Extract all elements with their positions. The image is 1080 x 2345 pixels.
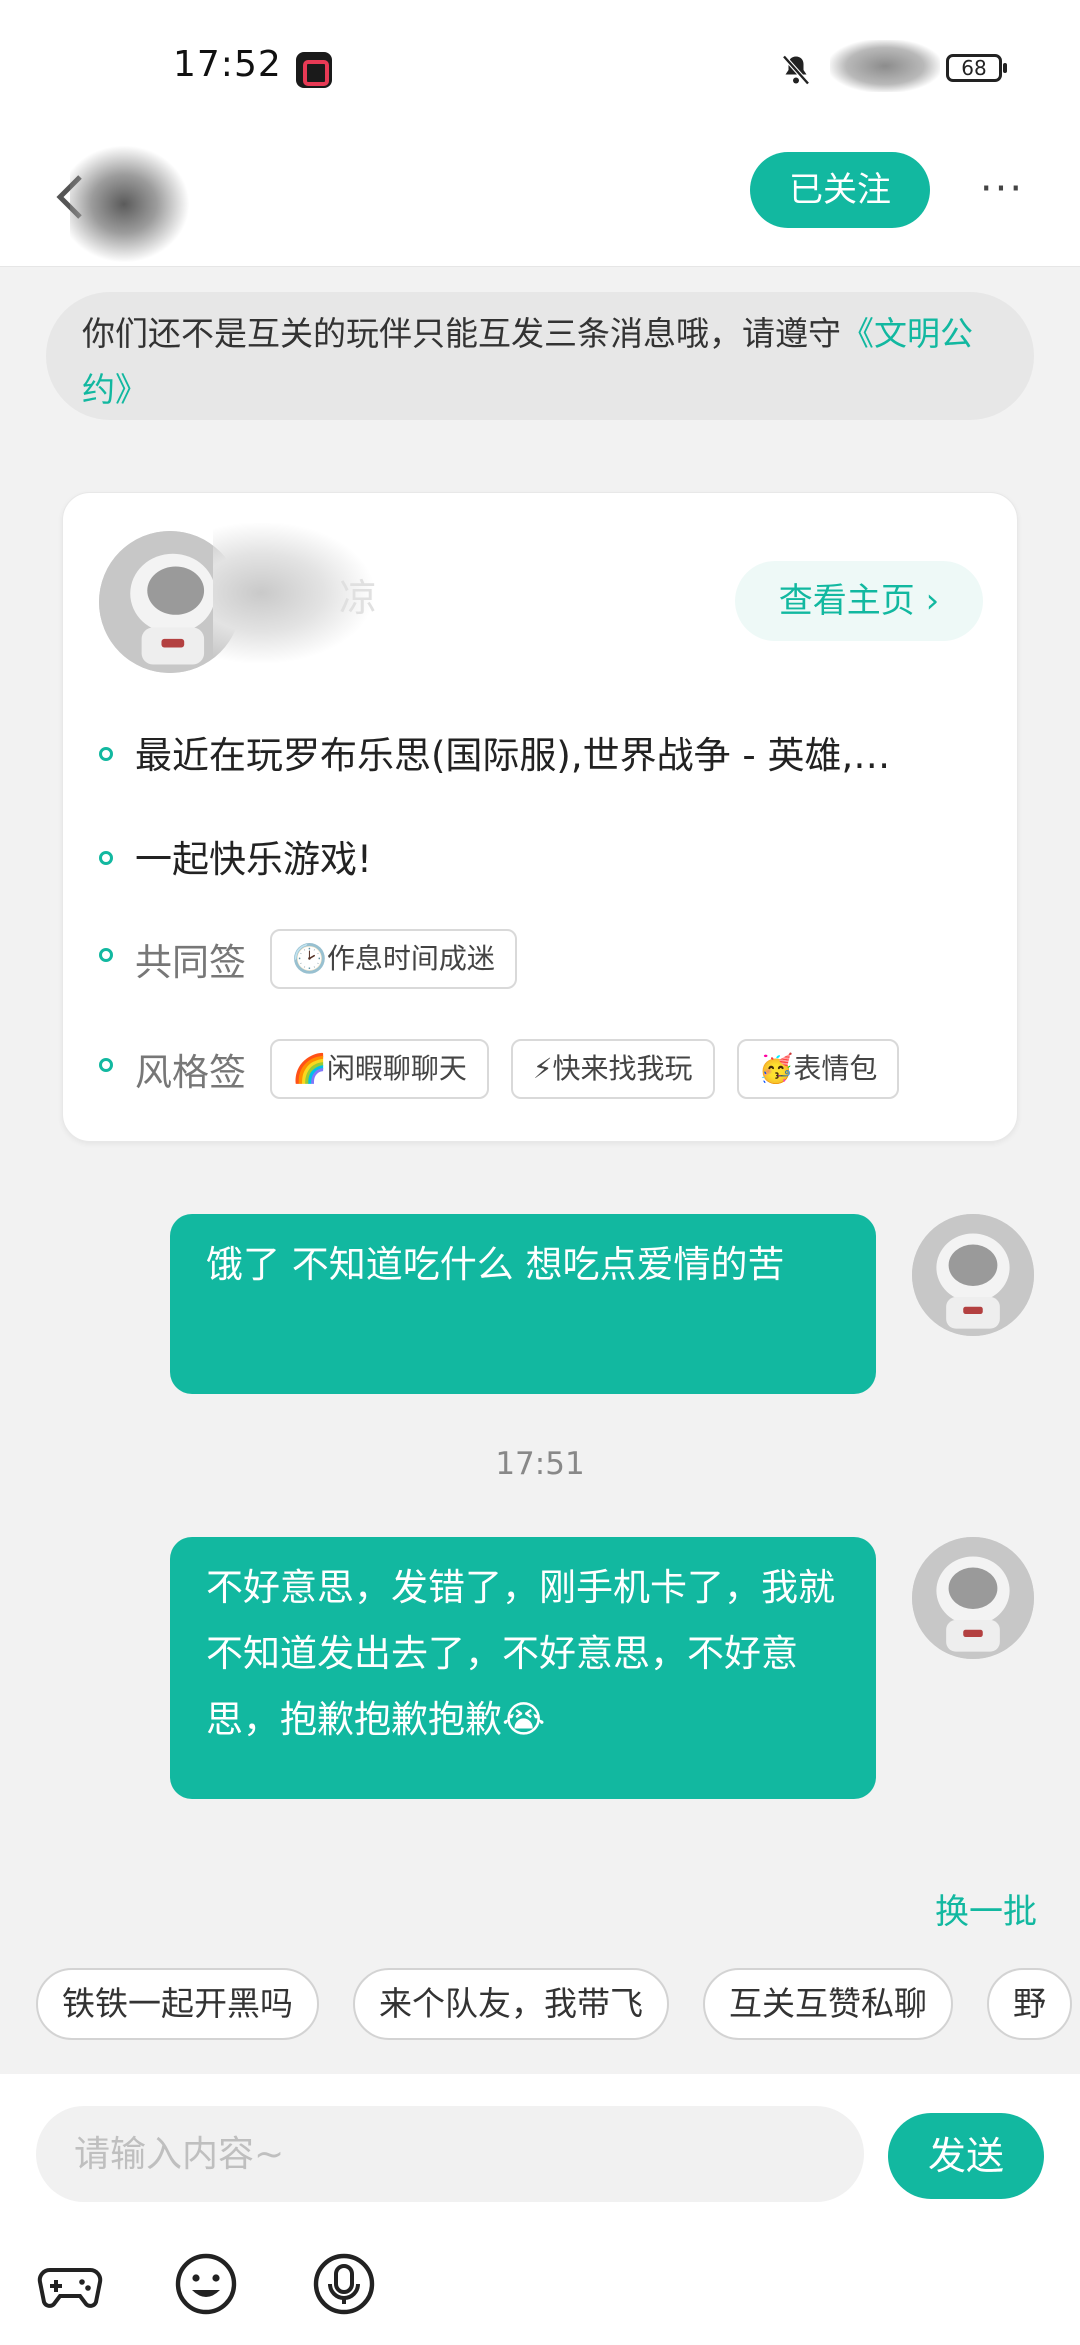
bullet-icon bbox=[99, 746, 113, 761]
profile-name-redacted: 凉 bbox=[213, 523, 377, 663]
recent-games-line: 最近在玩罗布乐思(国际服),世界战争 - 英雄,… bbox=[99, 725, 890, 779]
quick-reply-chip[interactable]: 野 bbox=[987, 1968, 1072, 2040]
recent-games-text: 最近在玩罗布乐思(国际服),世界战争 - 英雄,… bbox=[135, 734, 891, 777]
style-tags-label: 风格签 bbox=[135, 1051, 246, 1094]
style-tags-line: 风格签 🌈闲暇聊聊天 ⚡快来找我玩 🥳表情包 bbox=[99, 1039, 979, 1099]
app-notification-icon bbox=[296, 52, 332, 88]
sent-message-bubble[interactable]: 饿了 不知道吃什么 想吃点爱情的苦 bbox=[170, 1214, 876, 1394]
refresh-suggestions-button[interactable]: 换一批 bbox=[935, 1884, 1037, 1933]
emoji-icon[interactable] bbox=[172, 2250, 240, 2318]
message-timestamp: 17:51 bbox=[495, 1446, 585, 1482]
quick-reply-list: 铁铁一起开黑吗 来个队友，我带飞 互关互赞私聊野 bbox=[36, 1968, 1080, 2040]
avatar[interactable] bbox=[912, 1537, 1034, 1659]
quick-reply-chip[interactable]: 来个队友，我带飞 bbox=[353, 1968, 669, 2040]
style-tag[interactable]: 🥳表情包 bbox=[736, 1039, 900, 1099]
contact-name-redacted bbox=[70, 145, 190, 263]
battery-icon: 68 bbox=[946, 54, 1007, 82]
microphone-icon[interactable] bbox=[310, 2250, 378, 2318]
input-area: 发送 bbox=[0, 2074, 1080, 2345]
bullet-icon bbox=[99, 850, 113, 865]
send-button[interactable]: 发送 bbox=[888, 2113, 1044, 2199]
avatar[interactable] bbox=[912, 1214, 1034, 1336]
astronaut-avatar-icon bbox=[912, 1537, 1034, 1659]
quick-reply-chip[interactable]: 互关互赞私聊 bbox=[703, 1968, 953, 2040]
notice-text: 你们还不是互关的玩伴只能互发三条消息哦，请遵守 bbox=[82, 314, 841, 353]
gamepad-icon[interactable] bbox=[36, 2250, 104, 2318]
bullet-icon bbox=[99, 1058, 113, 1072]
style-tag[interactable]: 🌈闲暇聊聊天 bbox=[270, 1039, 489, 1099]
style-tag[interactable]: ⚡快来找我玩 bbox=[510, 1039, 715, 1099]
status-time: 17:52 bbox=[173, 44, 282, 85]
view-homepage-button[interactable]: 查看主页 › bbox=[735, 561, 983, 641]
sent-message-bubble[interactable]: 不好意思，发错了，刚手机卡了，我就不知道发出去了，不好意思，不好意思，抱歉抱歉抱… bbox=[170, 1537, 876, 1799]
profile-name-partial: 凉 bbox=[339, 576, 378, 620]
follow-button[interactable]: 已关注 bbox=[750, 152, 930, 228]
more-options-icon[interactable]: ··· bbox=[974, 169, 1030, 209]
bell-muted-icon bbox=[782, 55, 810, 85]
chat-header: 已关注 ··· bbox=[0, 135, 1080, 267]
profile-card: 凉 查看主页 › 最近在玩罗布乐思(国际服),世界战争 - 英雄,… 一起快乐游… bbox=[62, 492, 1018, 1142]
bio-line: 一起快乐游戏! bbox=[99, 829, 372, 883]
status-bar: 17:52 68 bbox=[0, 0, 1080, 135]
mutual-follow-notice: 你们还不是互关的玩伴只能互发三条消息哦，请遵守《文明公约》 bbox=[46, 292, 1034, 420]
message-input[interactable] bbox=[36, 2106, 864, 2202]
common-tag[interactable]: 🕑作息时间成迷 bbox=[270, 929, 517, 989]
bullet-icon bbox=[99, 948, 113, 962]
common-tags-line: 共同签 🕑作息时间成迷 bbox=[99, 929, 979, 989]
common-tags-label: 共同签 bbox=[135, 941, 246, 984]
quick-reply-chip[interactable]: 铁铁一起开黑吗 bbox=[36, 1968, 319, 2040]
signal-area-redacted bbox=[830, 40, 940, 92]
bio-text: 一起快乐游戏! bbox=[135, 838, 372, 881]
astronaut-avatar-icon bbox=[912, 1214, 1034, 1336]
